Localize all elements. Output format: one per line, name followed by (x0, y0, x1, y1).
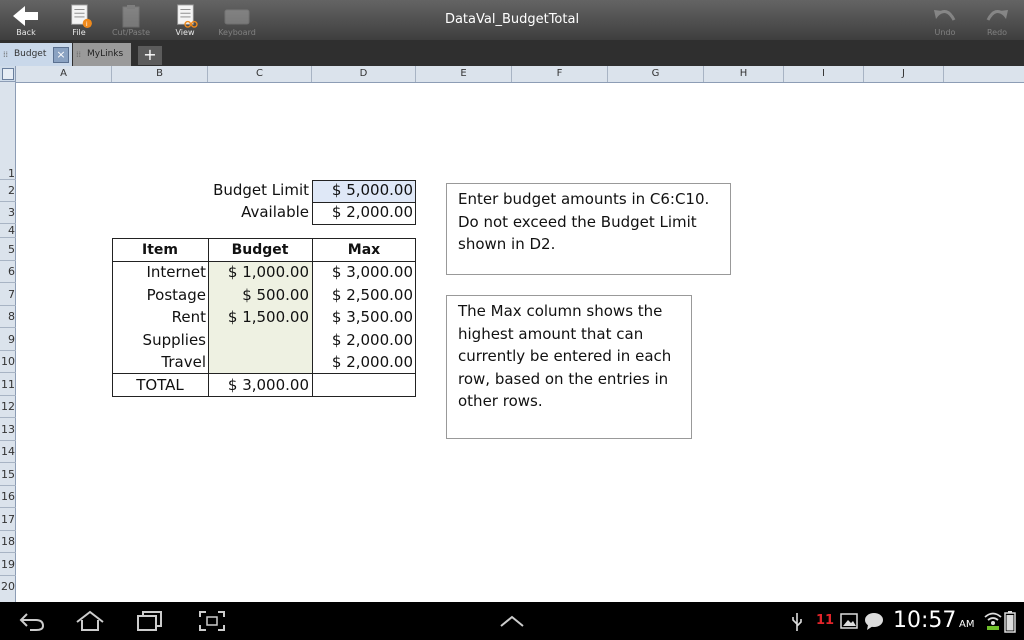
row-header-5[interactable]: 5 (0, 238, 16, 261)
select-all-corner[interactable] (0, 66, 16, 82)
row-header-20[interactable]: 20 (0, 576, 16, 598)
instruction-note[interactable]: Enter budget amounts in C6:C10. Do not e… (446, 183, 731, 275)
view-label: View (175, 28, 195, 37)
tab-mylinks[interactable]: ⁞⁞ MyLinks (73, 43, 131, 66)
usb-icon (792, 613, 802, 631)
undo-button[interactable]: Undo (928, 0, 962, 40)
row-header-2[interactable]: 2 (0, 180, 16, 202)
gallery-icon (840, 613, 858, 629)
chevron-up-icon[interactable] (498, 614, 526, 628)
item-cell[interactable]: Supplies (112, 331, 206, 349)
note-line: highest amount that can (458, 324, 644, 343)
max-cell[interactable]: $ 2,000.00 (312, 353, 413, 371)
row-header-6[interactable]: 6 (0, 261, 16, 283)
max-cell[interactable]: $ 3,500.00 (312, 308, 413, 326)
window-title: DataVal_BudgetTotal (444, 12, 580, 27)
max-cell[interactable]: $ 2,000.00 (312, 331, 413, 349)
column-header-j[interactable]: J (864, 66, 944, 82)
keyboard-label: Keyboard (218, 28, 256, 37)
row-header-16[interactable]: 16 (0, 486, 16, 508)
note-line: other rows. (458, 392, 543, 410)
undo-label: Undo (934, 28, 956, 37)
drag-handle-icon[interactable]: ⁞⁞ (3, 43, 8, 66)
total-label: TOTAL (136, 376, 184, 394)
row-header-4[interactable]: 4 (0, 224, 16, 238)
redo-button[interactable]: Redo (980, 0, 1014, 40)
item-cell[interactable]: Postage (112, 286, 206, 304)
column-header-b[interactable]: B (112, 66, 208, 82)
table-total-divider (112, 373, 416, 374)
limit-divider (312, 202, 416, 203)
row-header-17[interactable]: 17 (0, 508, 16, 531)
row-header-3[interactable]: 3 (0, 202, 16, 224)
column-header-g[interactable]: G (608, 66, 704, 82)
undo-icon (934, 9, 956, 21)
note-line: currently be entered in each (458, 347, 672, 365)
row-header-8[interactable]: 8 (0, 306, 16, 328)
row-header-15[interactable]: 15 (0, 463, 16, 486)
column-header-d[interactable]: D (312, 66, 416, 82)
note-line: The Max column shows the (458, 302, 663, 320)
row-header-13[interactable]: 13 (0, 418, 16, 441)
max-column-note[interactable]: The Max column shows the highest amount … (446, 295, 692, 439)
row-header-1[interactable]: 1 (0, 168, 16, 180)
redo-label: Redo (986, 28, 1008, 37)
battery-icon (1004, 611, 1016, 633)
clock-ampm: AM (959, 619, 975, 630)
recent-apps-icon[interactable] (136, 610, 164, 632)
budget-cell[interactable]: $ 1,500.00 (208, 308, 309, 326)
tab-budget-label: Budget (14, 49, 47, 59)
close-tab-icon[interactable]: × (53, 47, 69, 63)
tab-budget[interactable]: ⁞⁞ Budget × (0, 43, 72, 66)
screenshot-icon[interactable] (198, 610, 226, 632)
redo-icon (986, 9, 1008, 21)
back-icon[interactable] (18, 610, 46, 632)
app-toolbar: Back i File Cut/Paste View Keyboard Data… (0, 0, 1024, 40)
row-header-9[interactable]: 9 (0, 328, 16, 351)
budget-cell[interactable]: $ 1,000.00 (208, 263, 309, 281)
header-budget: Budget (231, 242, 289, 258)
note-line: Enter budget amounts in C6:C10. (458, 190, 710, 208)
add-sheet-button[interactable]: + (138, 46, 162, 65)
max-cell[interactable]: $ 3,000.00 (312, 263, 413, 281)
row-header-19[interactable]: 19 (0, 553, 16, 576)
row-header-12[interactable]: 12 (0, 396, 16, 418)
header-item: Item (142, 242, 178, 258)
row-header-18[interactable]: 18 (0, 531, 16, 553)
column-header-e[interactable]: E (416, 66, 512, 82)
drag-handle-icon[interactable]: ⁞⁞ (76, 43, 81, 66)
row-header-11[interactable]: 11 (0, 373, 16, 396)
cutpaste-label: Cut/Paste (111, 28, 151, 37)
item-cell[interactable]: Travel (112, 353, 206, 371)
tab-mylinks-label: MyLinks (87, 49, 124, 59)
available-label: Available (241, 203, 309, 221)
message-icon (865, 613, 883, 630)
column-header-i[interactable]: I (784, 66, 864, 82)
column-header-c[interactable]: C (208, 66, 312, 82)
note-line: shown in D2. (458, 235, 556, 253)
column-header-f[interactable]: F (512, 66, 608, 82)
note-line: row, based on the entries in (458, 369, 669, 388)
system-navigation-bar: 11 10:57 AM (0, 602, 1024, 640)
max-cell[interactable]: $ 2,500.00 (312, 286, 413, 304)
header-max: Max (347, 242, 381, 258)
item-cell[interactable]: Internet (112, 263, 206, 281)
row-header-10[interactable]: 10 (0, 351, 16, 373)
table-header-divider (112, 261, 416, 262)
budget-limit-label: Budget Limit (213, 181, 309, 199)
column-header-a[interactable]: A (16, 66, 112, 82)
total-cell[interactable]: $ 3,000.00 (208, 376, 309, 394)
note-line: Do not exceed the Budget Limit (458, 212, 697, 231)
notification-count: 11 (816, 613, 835, 628)
row-header-14[interactable]: 14 (0, 441, 16, 463)
column-header-h[interactable]: H (704, 66, 784, 82)
row-header-7[interactable]: 7 (0, 283, 16, 306)
file-label: File (72, 28, 86, 37)
clock[interactable]: 10:57 (893, 608, 956, 633)
budget-cell[interactable]: $ 500.00 (208, 286, 309, 304)
home-icon[interactable] (74, 610, 106, 632)
item-cell[interactable]: Rent (112, 308, 206, 326)
wifi-icon (984, 612, 1002, 630)
back-label: Back (16, 28, 36, 37)
